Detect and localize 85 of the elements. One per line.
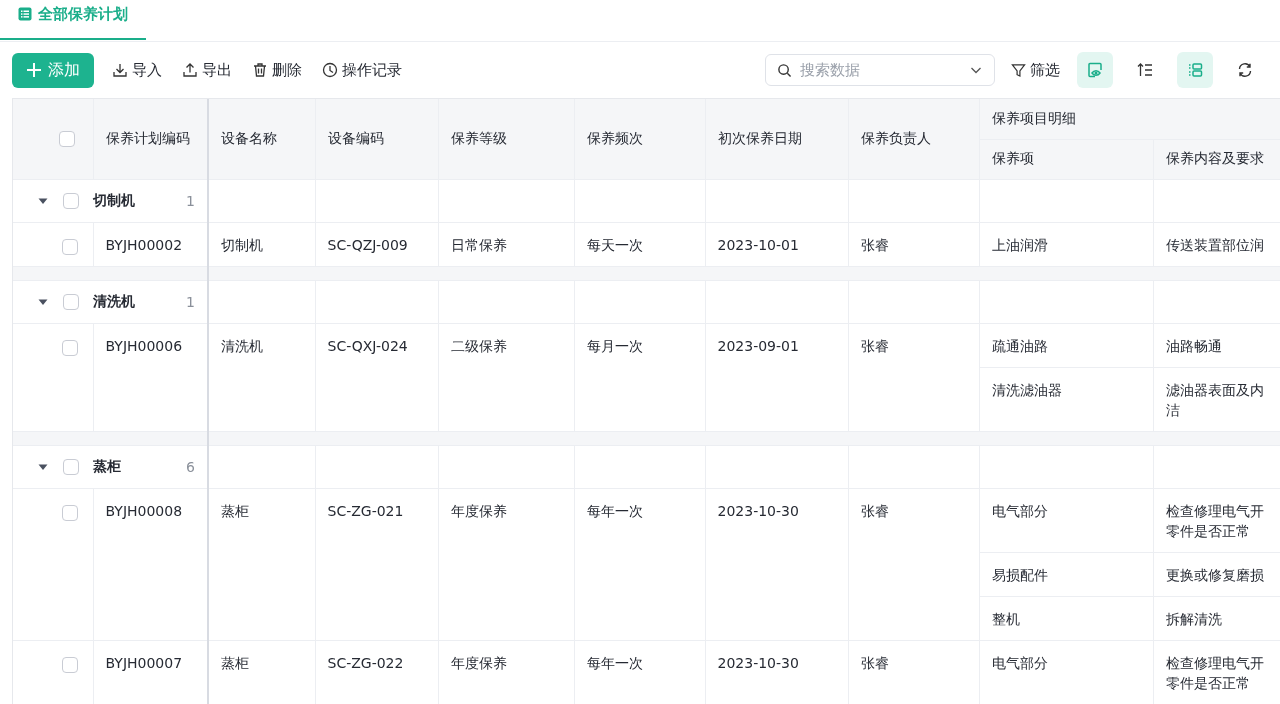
list-icon xyxy=(18,7,32,21)
refresh-icon xyxy=(1237,62,1253,78)
frequency-cell: 每月一次 xyxy=(586,337,643,354)
group-checkbox[interactable] xyxy=(63,293,79,310)
group-count: 6 xyxy=(186,458,195,475)
maintenance-item-cell: 电气部分 xyxy=(991,502,1048,519)
device-code-cell: SC-ZG-022 xyxy=(327,654,404,671)
column-header: 保养频次 xyxy=(586,129,643,146)
funnel-icon xyxy=(1011,62,1026,78)
delete-button[interactable]: 删除 xyxy=(244,54,310,86)
group-name: 蒸柜 xyxy=(93,457,121,476)
level-cell: 年度保养 xyxy=(450,502,507,519)
maintenance-content-cell-text: 滤油器表面及内 洁 xyxy=(1165,380,1264,420)
row-checkbox[interactable] xyxy=(61,339,78,356)
level-cell: 年度保养 xyxy=(450,654,507,671)
group-list-icon xyxy=(1187,62,1203,78)
maintenance-content-cell-text: 拆解清洗 xyxy=(1165,609,1222,629)
maintenance-item-cell: 易损配件 xyxy=(991,566,1048,583)
import-button[interactable]: 导入 xyxy=(104,54,170,86)
maintenance-item-cell: 上油润滑 xyxy=(991,236,1048,253)
device-code-cell: SC-QZJ-009 xyxy=(327,236,408,253)
export-button[interactable]: 导出 xyxy=(174,54,240,86)
column-header: 设备编码 xyxy=(327,129,384,146)
maintenance-content-cell-text: 更换或修复磨损 xyxy=(1165,565,1264,585)
group-checkbox[interactable] xyxy=(63,458,79,475)
row-checkbox[interactable] xyxy=(61,238,78,255)
group-count: 1 xyxy=(186,293,195,310)
plan-code-cell: BYJH00007 xyxy=(105,654,183,671)
trash-icon xyxy=(252,62,268,78)
maintenance-content-cell-text: 油路畅通 xyxy=(1165,336,1222,356)
maintenance-content-cell-text: 传送装置部位润 xyxy=(1165,235,1264,255)
row-checkbox[interactable] xyxy=(61,656,78,673)
column-header: 保养项 xyxy=(991,150,1034,166)
level-cell: 日常保养 xyxy=(450,236,507,253)
upload-icon xyxy=(182,62,198,78)
view-button[interactable] xyxy=(1077,52,1113,88)
owner-cell: 张睿 xyxy=(860,502,889,519)
maintenance-content-cell-text: 检查修理电气开 零件是否正常 xyxy=(1165,501,1264,541)
maintenance-item-cell: 清洗滤油器 xyxy=(991,381,1062,398)
column-header: 保养负责人 xyxy=(860,129,931,146)
group-checkbox[interactable] xyxy=(63,192,79,209)
frequency-cell: 每年一次 xyxy=(586,502,643,519)
date-cell: 2023-10-30 xyxy=(717,502,799,519)
plan-code-cell: BYJH00008 xyxy=(105,502,183,519)
maintenance-content-cell-text: 检查修理电气开 零件是否正常 xyxy=(1165,653,1264,693)
column-group-header: 保养项目明细 xyxy=(991,109,1076,126)
device-name-cell: 蒸柜 xyxy=(221,502,249,519)
plan-code-cell: BYJH00006 xyxy=(105,337,183,354)
search-field[interactable]: 搜索数据 xyxy=(765,54,995,86)
select-all-checkbox[interactable] xyxy=(59,131,75,148)
date-cell: 2023-10-30 xyxy=(717,654,799,671)
owner-cell: 张睿 xyxy=(860,654,889,671)
eye-card-icon xyxy=(1087,62,1103,78)
column-header: 保养等级 xyxy=(450,129,507,146)
history-button[interactable]: 操作记录 xyxy=(314,54,410,86)
column-header: 保养内容及要求 xyxy=(1165,150,1264,166)
date-cell: 2023-09-01 xyxy=(717,337,799,354)
plan-code-cell: BYJH00002 xyxy=(105,236,183,253)
maintenance-item-cell: 整机 xyxy=(991,610,1020,627)
date-cell: 2023-10-01 xyxy=(717,236,799,253)
level-cell: 二级保养 xyxy=(450,337,507,354)
group-count: 1 xyxy=(186,192,195,209)
device-code-cell: SC-QXJ-024 xyxy=(327,337,408,354)
group-name: 清洗机 xyxy=(93,292,135,311)
plus-icon xyxy=(26,62,42,78)
group-button[interactable] xyxy=(1177,52,1213,88)
owner-cell: 张睿 xyxy=(860,337,889,354)
frequency-cell: 每年一次 xyxy=(586,654,643,671)
column-header: 保养计划编码 xyxy=(105,129,190,146)
group-name: 切制机 xyxy=(93,191,135,210)
maintenance-item-cell: 电气部分 xyxy=(991,654,1048,671)
frequency-cell: 每天一次 xyxy=(586,236,643,253)
device-name-cell: 蒸柜 xyxy=(221,654,249,671)
device-name-cell: 清洗机 xyxy=(221,337,263,354)
row-checkbox[interactable] xyxy=(61,504,78,521)
owner-cell: 张睿 xyxy=(860,236,889,253)
column-header: 设备名称 xyxy=(221,129,277,146)
device-name-cell: 切制机 xyxy=(221,236,263,253)
sort-icon xyxy=(1137,62,1153,78)
download-icon xyxy=(112,62,128,78)
clock-icon xyxy=(322,62,338,78)
column-header: 初次保养日期 xyxy=(717,129,802,146)
filter-button[interactable]: 筛选 xyxy=(1003,54,1068,86)
maintenance-item-cell: 疏通油路 xyxy=(991,337,1048,354)
device-code-cell: SC-ZG-021 xyxy=(327,502,404,519)
